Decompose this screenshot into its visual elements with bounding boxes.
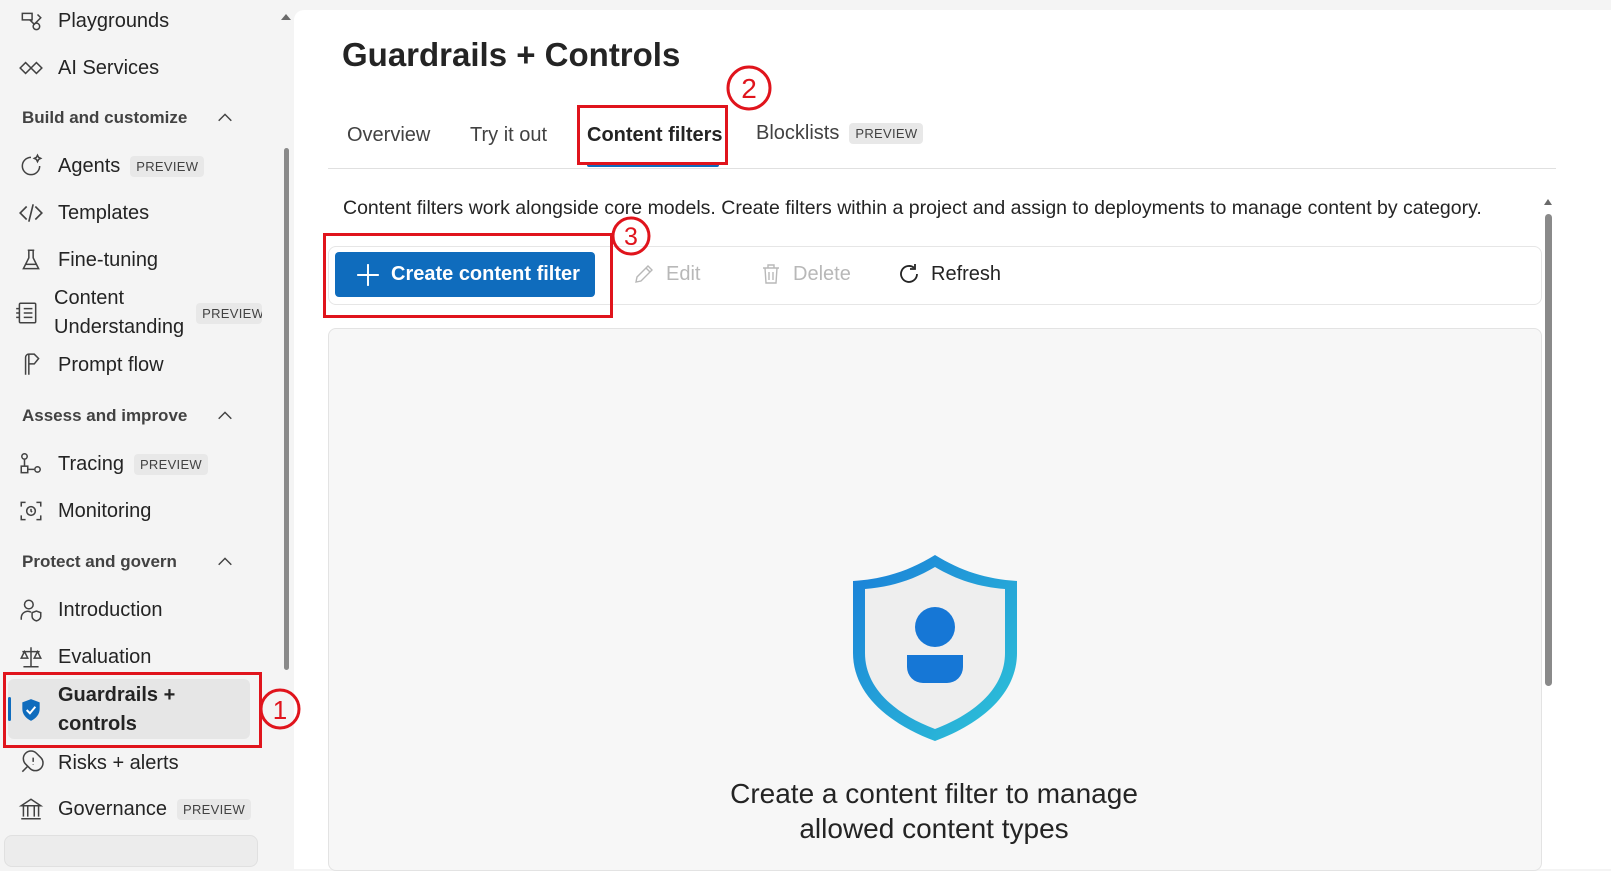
section-title: Assess and improve [22,406,188,425]
main-scrollbar[interactable] [1545,214,1552,686]
edit-button[interactable]: Edit [632,262,700,286]
nav-label: AI Services [58,56,160,79]
refresh-button[interactable]: Refresh [897,262,1001,286]
nav-label: Agents [58,154,121,177]
nav-item-introduction[interactable]: Introduction [18,597,163,623]
pencil-icon [635,265,653,283]
preview-badge: PREVIEW [176,798,252,820]
nav-item-playgrounds[interactable]: Playgrounds [18,8,169,34]
button-label: Refresh [931,262,1002,285]
section-header-protect[interactable]: Protect and govern [22,552,234,572]
empty-state-title-line2: allowed content types [799,813,1069,844]
flask-icon [18,247,50,273]
nav-item-tracing[interactable]: Tracing PREVIEW [18,451,209,477]
nav-item-ai-services[interactable]: AI Services [18,55,159,81]
refresh-icon [900,264,918,283]
page-description: Content filters work alongside core mode… [343,197,1482,219]
annotation-box-2 [577,105,728,165]
section-title: Protect and govern [22,552,177,571]
tab-label: Blocklists [756,122,840,144]
sidebar-scroll-up-arrow[interactable] [281,14,291,20]
annotation-circle-3: 3 [611,216,651,256]
agents-icon [18,153,50,179]
annotation-circle-2: 2 [726,65,772,111]
section-title: Build and customize [22,108,188,127]
nav-label: Tracing [58,452,124,475]
nav-label: Playgrounds [58,9,170,32]
scales-icon [18,644,50,670]
nav-item-content-understanding[interactable]: Content Understanding PREVIEW [14,284,263,342]
nav-item-monitoring[interactable]: Monitoring [18,498,151,524]
nav-item-risks-alerts[interactable]: Risks + alerts [18,750,179,776]
nav-label-line2: Understanding [54,316,185,338]
annotation-number: 2 [741,73,757,104]
annotation-number: 3 [624,223,638,251]
button-label: Delete [793,262,851,285]
chevron-up-icon [218,557,232,566]
tracing-icon [18,451,50,477]
document-list-icon [14,300,46,326]
nav-item-agents[interactable]: Agents PREVIEW [18,153,205,179]
section-header-assess[interactable]: Assess and improve [22,406,234,426]
nav-label: Introduction [58,598,163,621]
empty-state-title: Create a content filter to manage allowe… [628,776,1240,846]
page-title: Guardrails + Controls [342,36,681,73]
nav-item-evaluation[interactable]: Evaluation [18,644,151,670]
button-label: Edit [666,262,701,285]
tab-try-it-out[interactable]: Try it out [470,124,547,147]
nav-item-governance[interactable]: Governance PREVIEW [18,796,252,822]
preview-badge: PREVIEW [849,123,924,144]
code-icon [18,200,50,226]
nav-item-prompt-flow[interactable]: Prompt flow [18,352,164,378]
annotation-box-3 [323,233,613,318]
nav-label: Risks + alerts [58,751,179,774]
tab-blocklists[interactable]: Blocklists PREVIEW [756,122,924,145]
building-icon [18,796,50,822]
trash-icon [763,264,779,284]
preview-badge: PREVIEW [130,155,205,177]
delete-button[interactable]: Delete [759,262,851,286]
empty-state-title-line1: Create a content filter to manage [730,778,1138,809]
nav-label: Evaluation [58,645,152,668]
risk-alert-icon [18,750,50,776]
preview-badge: PREVIEW [196,302,263,324]
annotation-circle-1: 1 [259,688,301,730]
tabs-divider [328,168,1556,169]
tab-overview[interactable]: Overview [347,124,430,147]
shield-person-illustration-icon [853,555,1017,741]
preview-badge: PREVIEW [133,453,209,475]
nav-label-line1: Content [54,287,125,309]
annotation-box-1 [3,672,262,748]
nav-item-fine-tuning[interactable]: Fine-tuning [18,247,158,273]
nav-label: Prompt flow [58,353,164,376]
annotation-number: 1 [273,695,287,725]
nav-item-templates[interactable]: Templates [18,200,149,226]
main-scroll-up-arrow[interactable] [1544,199,1552,205]
nav-label: Governance [58,797,167,820]
nav-label: Fine-tuning [58,248,159,271]
chevron-up-icon [218,411,232,420]
person-shield-icon [18,597,50,623]
chevron-up-icon [218,113,232,122]
section-header-build[interactable]: Build and customize [22,108,234,128]
sidebar-footer [4,835,258,867]
nav-label: Content Understanding [54,284,184,342]
playground-icon [18,8,50,34]
prompt-flow-icon [18,352,50,378]
nav-label: Monitoring [58,499,152,522]
monitoring-icon [18,498,50,524]
sidebar-scrollbar[interactable] [284,148,289,670]
nav-label: Templates [58,201,150,224]
ai-services-icon [18,55,50,81]
